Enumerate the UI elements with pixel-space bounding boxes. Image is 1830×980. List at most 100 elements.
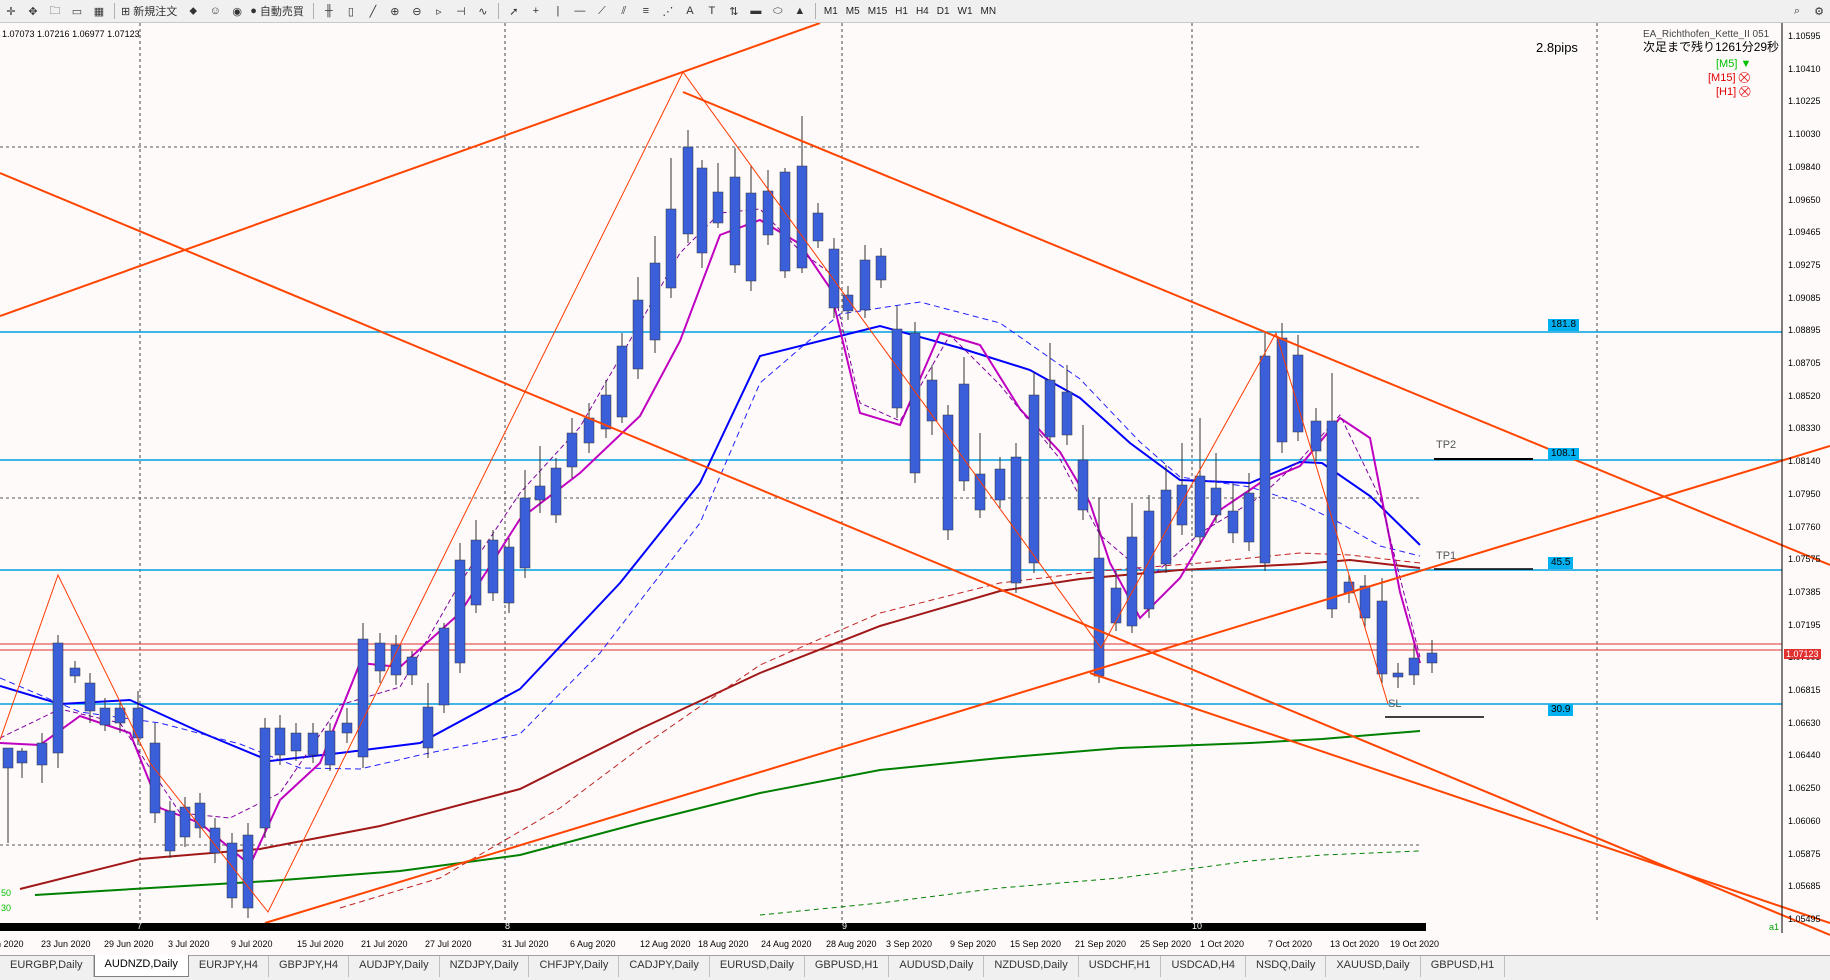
globe-icon[interactable]: ◉ bbox=[228, 2, 246, 20]
left-label-50: 50 bbox=[1, 888, 11, 898]
indicators-icon[interactable]: ∿ bbox=[474, 2, 492, 20]
candle-body bbox=[1176, 484, 1188, 526]
symbol-tab[interactable]: CADJPY,Daily bbox=[619, 956, 710, 977]
label-icon[interactable]: T bbox=[703, 2, 721, 20]
timeframe-m15[interactable]: M15 bbox=[864, 6, 891, 17]
auto-scroll-icon[interactable]: ▹ bbox=[430, 2, 448, 20]
crosshair-icon[interactable]: + bbox=[527, 2, 545, 20]
crosshair-cursor-icon[interactable]: ✛ bbox=[2, 2, 20, 20]
candle-body bbox=[875, 255, 887, 281]
search-icon[interactable]: ⌕ bbox=[1788, 2, 1806, 20]
alert-icon: ⛒ bbox=[1739, 86, 1751, 98]
timeframe-m1[interactable]: M1 bbox=[820, 6, 842, 17]
candle-body bbox=[1359, 585, 1371, 619]
symbol-tab[interactable]: GBPJPY,H4 bbox=[269, 956, 350, 977]
symbol-tab[interactable]: EURJPY,H4 bbox=[189, 956, 269, 977]
fibo-icon[interactable]: ≡ bbox=[637, 2, 655, 20]
candle-body bbox=[503, 546, 515, 604]
timeframe-d1[interactable]: D1 bbox=[933, 6, 954, 17]
timeframe-w1[interactable]: W1 bbox=[954, 6, 977, 17]
rectangle-icon[interactable]: ▬ bbox=[747, 2, 765, 20]
fibo-fan-icon[interactable]: ⋰ bbox=[659, 2, 677, 20]
candle-body bbox=[357, 638, 369, 758]
price-axis-label: 1.08140 bbox=[1788, 456, 1821, 467]
person-icon[interactable]: ☺ bbox=[206, 2, 224, 20]
symbol-tab[interactable]: USDCHF,H1 bbox=[1079, 956, 1162, 977]
candle-body bbox=[1259, 355, 1271, 564]
separator-label-10: 10 bbox=[1192, 921, 1202, 931]
candle-body bbox=[406, 656, 418, 676]
candle-body bbox=[99, 707, 111, 726]
symbol-tab[interactable]: XAUUSD,Daily bbox=[1326, 956, 1421, 977]
price-axis-label: 1.08330 bbox=[1788, 423, 1821, 434]
chart-shift-icon[interactable]: ⊣ bbox=[452, 2, 470, 20]
symbol-tab[interactable]: GBPUSD,H1 bbox=[1421, 956, 1506, 977]
separator bbox=[497, 3, 499, 19]
price-chart[interactable]: 7 8 9 10 50 30 a1 bbox=[0, 23, 1830, 955]
candle-body bbox=[779, 171, 791, 272]
date-axis-label: 18 Aug 2020 bbox=[698, 939, 749, 949]
auto-trade-label: 自動売買 bbox=[259, 6, 304, 18]
window-icon[interactable]: ▭ bbox=[68, 2, 86, 20]
horizontal-line-icon[interactable]: — bbox=[571, 2, 589, 20]
candle-body bbox=[1426, 652, 1438, 664]
candle-chart-icon[interactable]: ▯ bbox=[342, 2, 360, 20]
auto-trade-button[interactable]: ● 自動売買 bbox=[250, 2, 307, 20]
zoom-in-icon[interactable]: ⊕ bbox=[386, 2, 404, 20]
symbol-tab[interactable]: NZDUSD,Daily bbox=[984, 956, 1079, 977]
ellipse-icon[interactable]: ⬭ bbox=[769, 2, 787, 20]
date-axis-label: 3 Jul 2020 bbox=[168, 939, 210, 949]
symbol-tab[interactable]: AUDNZD,Daily bbox=[93, 955, 189, 977]
candle-body bbox=[974, 473, 986, 511]
symbol-tab[interactable]: USDCAD,H4 bbox=[1161, 956, 1247, 977]
timeframe-mn[interactable]: MN bbox=[977, 6, 1001, 17]
alert-icon: ⛒ bbox=[1738, 72, 1750, 84]
current-price-tag: 1.07123 bbox=[1784, 649, 1821, 659]
timeframe-m5[interactable]: M5 bbox=[842, 6, 864, 17]
cursor-icon[interactable]: ➚ bbox=[505, 2, 523, 20]
symbol-tab[interactable]: NZDJPY,Daily bbox=[440, 956, 530, 977]
new-order-button[interactable]: ⊞ 新規注文 bbox=[121, 2, 180, 20]
price-axis-label: 1.06815 bbox=[1788, 685, 1821, 695]
candle-body bbox=[842, 294, 854, 312]
symbol-tab[interactable]: NSDQ,Daily bbox=[1246, 956, 1327, 977]
sl-label: SL bbox=[1388, 698, 1402, 710]
candle-body bbox=[132, 707, 144, 739]
date-axis-label: 19 Oct 2020 bbox=[1390, 939, 1440, 949]
bottom-right-label: a1 bbox=[1769, 922, 1779, 932]
price-axis-label: 1.06060 bbox=[1788, 815, 1821, 826]
price-axis-label: 1.06440 bbox=[1788, 750, 1821, 761]
timeframe-h1[interactable]: H1 bbox=[891, 6, 912, 17]
signal-m15: [M15] ⛒ bbox=[1708, 72, 1750, 85]
move-icon[interactable]: ✥ bbox=[24, 2, 42, 20]
text-icon[interactable]: A bbox=[681, 2, 699, 20]
price-axis-label: 1.07195 bbox=[1788, 619, 1821, 630]
symbol-tab[interactable]: EURUSD,Daily bbox=[710, 956, 805, 977]
symbol-tab[interactable]: GBPUSD,H1 bbox=[805, 956, 890, 977]
candle-body bbox=[114, 707, 126, 724]
price-axis-label: 1.07760 bbox=[1788, 521, 1821, 532]
line-chart-icon[interactable]: ╱ bbox=[364, 2, 382, 20]
symbol-tab[interactable]: EURGBP,Daily bbox=[0, 956, 94, 977]
timeframe-h4[interactable]: H4 bbox=[912, 6, 933, 17]
folder-icon[interactable]: 🗀 bbox=[46, 2, 64, 20]
signal-m5-label: [M5] bbox=[1716, 58, 1738, 70]
arrows-icon[interactable]: ⇅ bbox=[725, 2, 743, 20]
price-axis-label: 1.09085 bbox=[1788, 292, 1821, 303]
triangle-icon[interactable]: ▲ bbox=[791, 2, 809, 20]
channel-icon[interactable]: ⫽ bbox=[615, 2, 633, 20]
symbol-tab[interactable]: AUDUSD,Daily bbox=[889, 956, 985, 977]
zoom-out-icon[interactable]: ⊖ bbox=[408, 2, 426, 20]
candle-body bbox=[422, 706, 434, 749]
navigator-icon[interactable]: ▦ bbox=[90, 2, 108, 20]
candle-body bbox=[1194, 475, 1206, 538]
candle-body bbox=[1227, 510, 1239, 534]
tag-icon[interactable]: ⬥ bbox=[184, 2, 202, 20]
trendline-icon[interactable]: ⟋ bbox=[593, 2, 611, 20]
vertical-line-icon[interactable]: | bbox=[549, 2, 567, 20]
bar-chart-icon[interactable]: ╫ bbox=[320, 2, 338, 20]
symbol-tab[interactable]: CHFJPY,Daily bbox=[529, 956, 620, 977]
settings-icon[interactable]: ⚙ bbox=[1810, 2, 1828, 20]
symbol-tab[interactable]: AUDJPY,Daily bbox=[349, 956, 440, 977]
candle-body bbox=[1061, 391, 1073, 436]
